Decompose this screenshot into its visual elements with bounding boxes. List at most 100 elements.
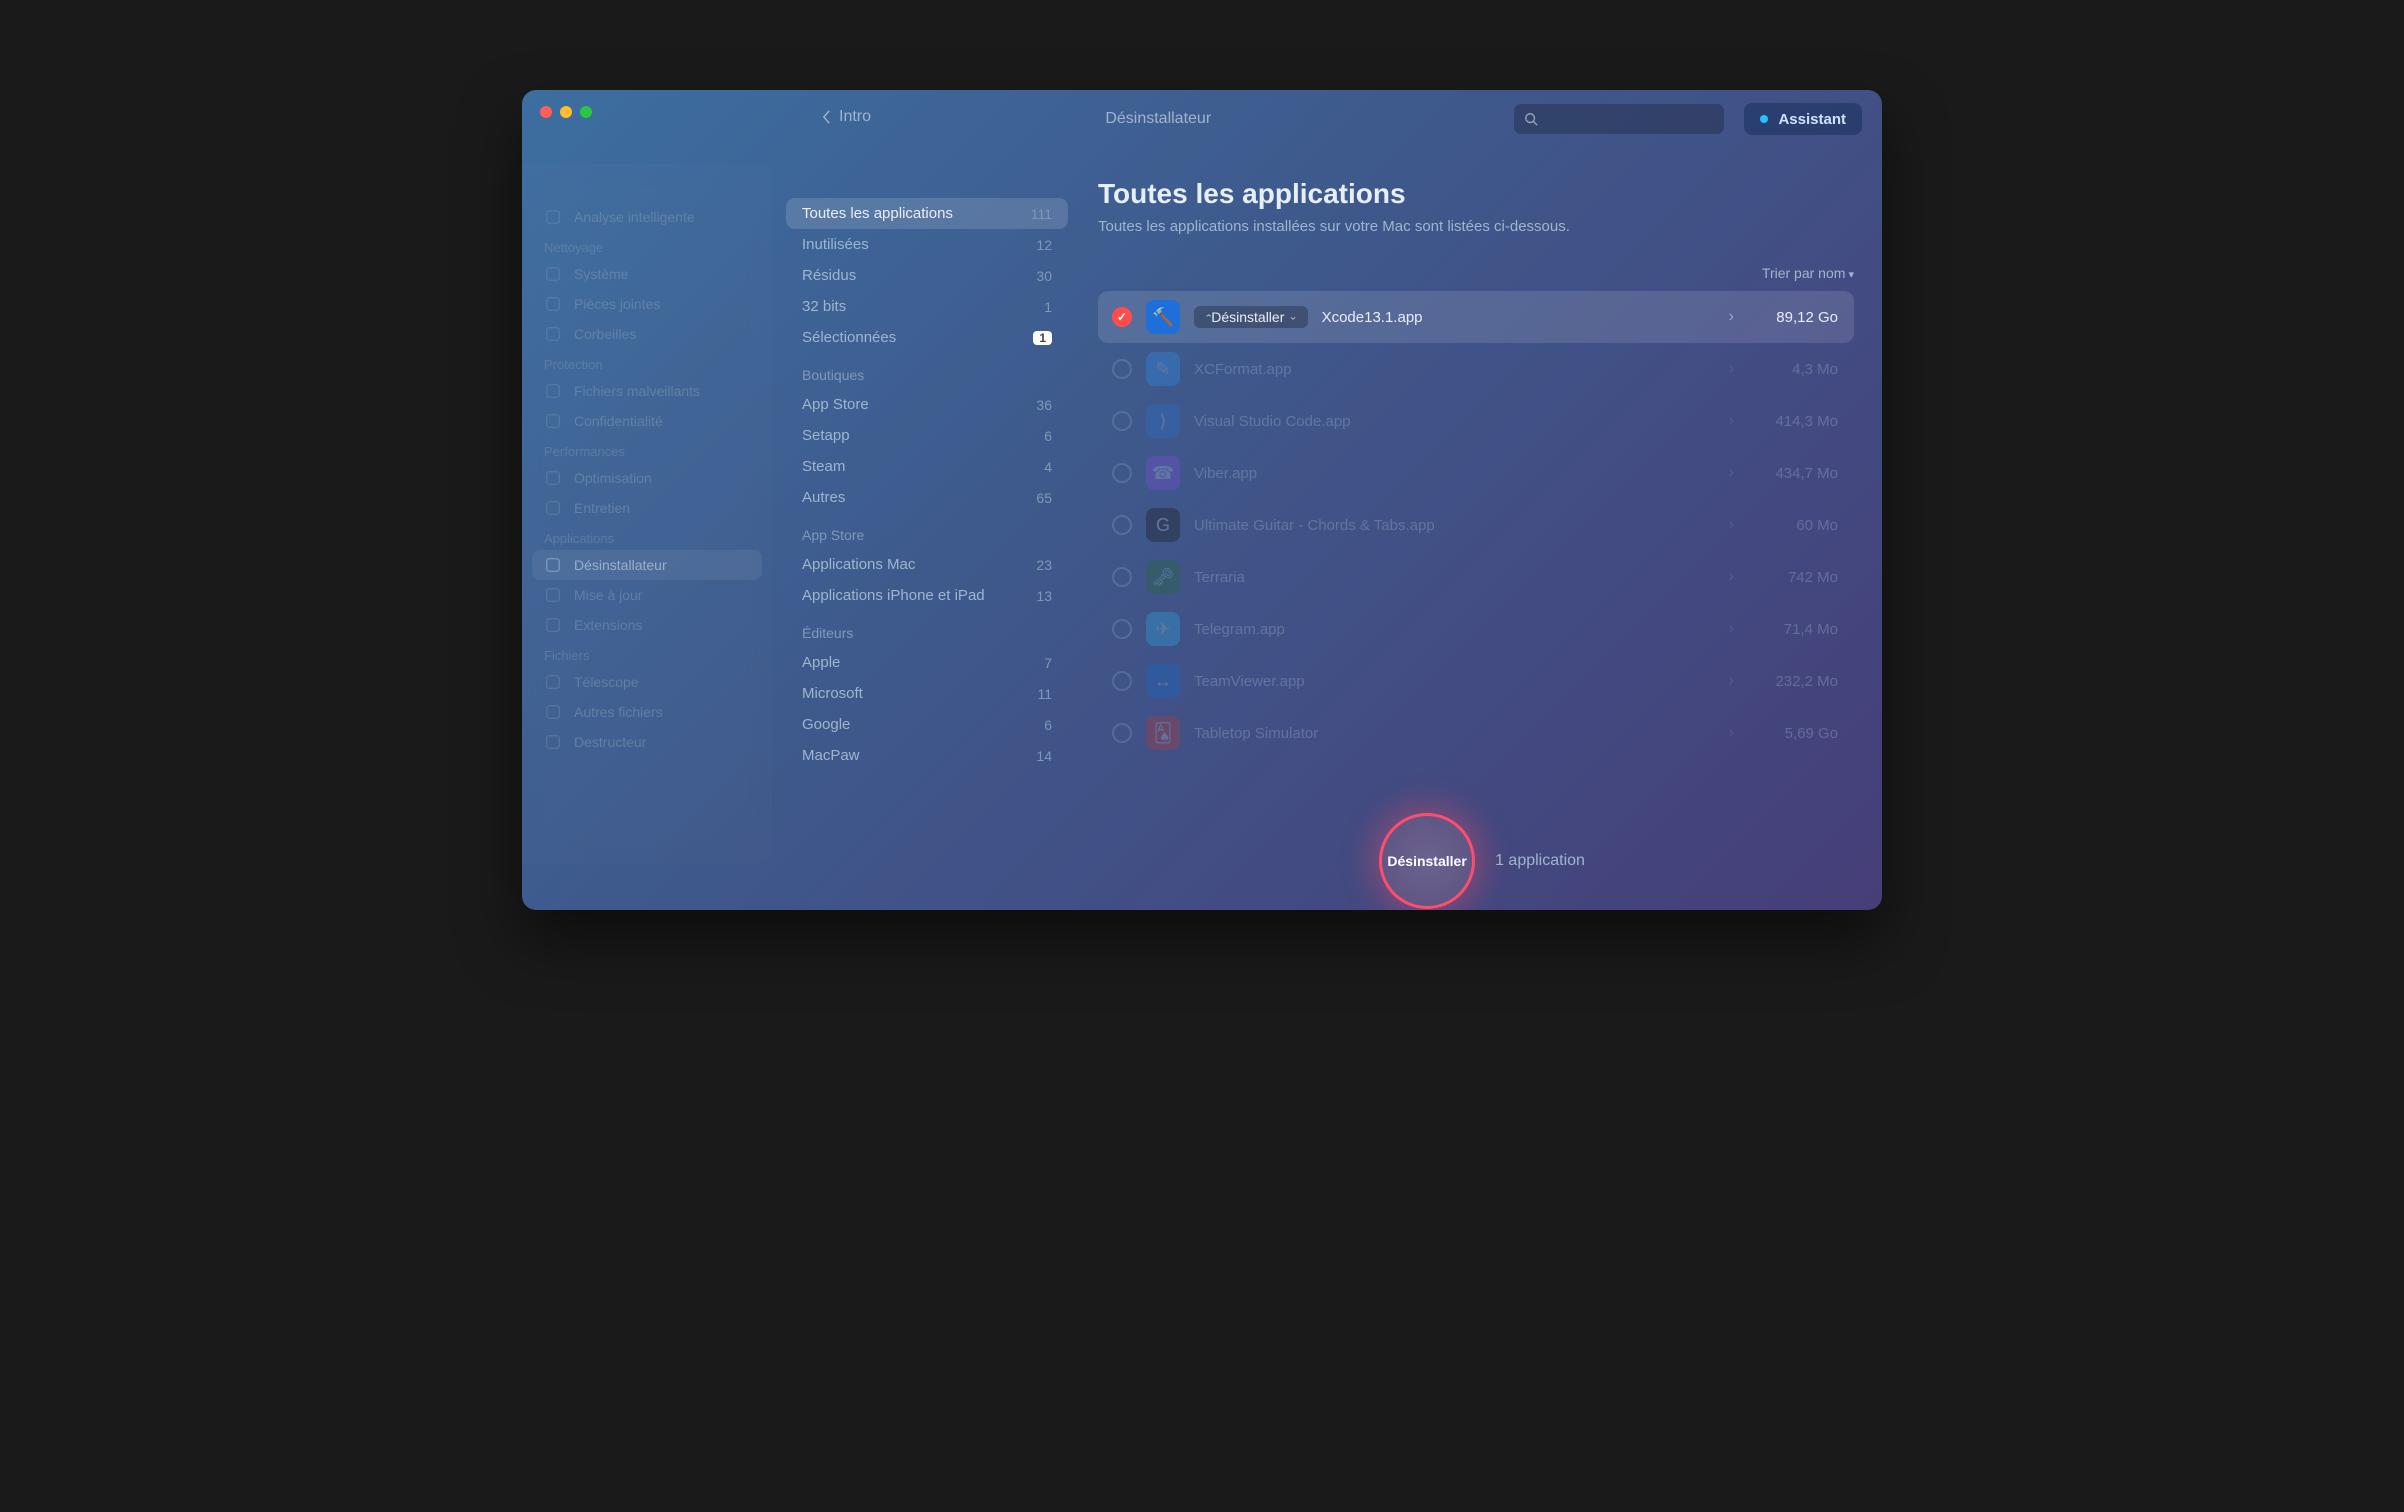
back-button[interactable]: Intro [822,108,871,126]
assistant-button[interactable]: Assistant [1744,103,1862,135]
assistant-label: Assistant [1778,111,1846,128]
category-item[interactable]: Inutilisées12 [786,229,1068,260]
sidebar-item[interactable]: Fichiers malveillants [532,376,762,406]
category-item[interactable]: App Store36 [786,389,1068,420]
category-item-label: 32 bits [802,298,846,315]
category-item[interactable]: Apple7 [786,647,1068,678]
sort-button[interactable]: Trier par nom [1762,265,1854,281]
zoom-window-button[interactable] [580,106,592,118]
category-item-count: 1 [1044,299,1052,315]
category-item-count: 11 [1037,686,1052,702]
minimize-window-button[interactable] [560,106,572,118]
sidebar-item-icon [544,325,562,343]
app-row[interactable]: ✈Telegram.app›71,4 Mo [1098,603,1854,655]
sidebar-section-header: Protection [532,349,762,376]
sidebar-item[interactable]: Autres fichiers [532,697,762,727]
app-row-checkbox[interactable] [1112,619,1132,639]
category-item[interactable]: Applications iPhone et iPad13 [786,580,1068,611]
sidebar-item-label: Pièces jointes [574,296,660,312]
sidebar-item[interactable]: Analyse intelligente [532,202,762,232]
category-item[interactable]: Google6 [786,709,1068,740]
app-name: Tabletop Simulator [1194,725,1715,742]
app-row[interactable]: ☎Viber.app›434,7 Mo [1098,447,1854,499]
chevron-right-icon: › [1729,568,1734,586]
sidebar-item[interactable]: Télescope [532,667,762,697]
sidebar-item[interactable]: Pièces jointes [532,289,762,319]
window-controls [540,106,592,118]
category-item-count: 65 [1036,490,1052,506]
app-icon: 🂡 [1146,716,1180,750]
app-icon: G [1146,508,1180,542]
category-item-label: Microsoft [802,685,863,702]
bottom-action-bar: Désinstaller 1 application [1082,806,1882,910]
app-icon: ☎ [1146,456,1180,490]
sidebar-item[interactable]: Désinstallateur [532,550,762,580]
app-row-checkbox[interactable] [1112,723,1132,743]
sidebar-item-label: Système [574,266,628,282]
sidebar-item[interactable]: Extensions [532,610,762,640]
app-name: Ultimate Guitar - Chords & Tabs.app [1194,517,1715,534]
category-item[interactable]: Autres 65 [786,482,1068,513]
category-item-label: Apple [802,654,840,671]
sidebar-item[interactable]: Destructeur [532,727,762,757]
category-item[interactable]: MacPaw 14 [786,740,1068,771]
category-item-count: 111 [1031,206,1052,222]
close-window-button[interactable] [540,106,552,118]
category-item[interactable]: Résidus30 [786,260,1068,291]
app-row[interactable]: 🔨DésinstallerXcode13.1.app›89,12 Go [1098,291,1854,343]
category-item[interactable]: Toutes les applications111 [786,198,1068,229]
sidebar-item-icon [544,703,562,721]
category-item-label: MacPaw [802,747,860,764]
category-item-count: 23 [1036,557,1052,573]
category-item[interactable]: Microsoft 11 [786,678,1068,709]
app-row-checkbox[interactable] [1112,515,1132,535]
app-row-checkbox[interactable] [1112,463,1132,483]
app-row-checkbox[interactable] [1112,359,1132,379]
sidebar-item[interactable]: Optimisation [532,463,762,493]
category-item-label: App Store [802,396,869,413]
sidebar-item-label: Extensions [574,617,642,633]
app-size: 414,3 Mo [1748,413,1838,430]
sidebar-item[interactable]: Entretien [532,493,762,523]
category-item-count: 4 [1044,459,1052,475]
category-item[interactable]: Applications Mac23 [786,549,1068,580]
app-action-dropdown[interactable]: Désinstaller [1194,306,1308,328]
app-row-checkbox[interactable] [1112,567,1132,587]
app-size: 60 Mo [1748,517,1838,534]
category-item[interactable]: Steam 4 [786,451,1068,482]
app-row-checkbox[interactable] [1112,307,1132,327]
app-row[interactable]: ✎XCFormat.app›4,3 Mo [1098,343,1854,395]
category-item[interactable]: Setapp6 [786,420,1068,451]
chevron-right-icon: › [1729,620,1734,638]
sidebar-item-icon [544,556,562,574]
search-input[interactable] [1514,104,1724,134]
chevron-right-icon: › [1729,360,1734,378]
app-row[interactable]: GUltimate Guitar - Chords & Tabs.app›60 … [1098,499,1854,551]
search-icon [1524,112,1538,126]
sidebar-item-icon [544,586,562,604]
app-row[interactable]: ↔TeamViewer.app›232,2 Mo [1098,655,1854,707]
sidebar-item[interactable]: Mise à jour [532,580,762,610]
app-row[interactable]: 🗝Terraria›742 Mo [1098,551,1854,603]
sidebar-item[interactable]: Confidentialité [532,406,762,436]
app-row[interactable]: 🂡Tabletop Simulator›5,69 Go [1098,707,1854,759]
sidebar-item[interactable]: Système [532,259,762,289]
app-row[interactable]: ⟩Visual Studio Code.app›414,3 Mo [1098,395,1854,447]
sidebar-item-label: Entretien [574,500,630,516]
app-row-checkbox[interactable] [1112,671,1132,691]
category-item-label: Steam [802,458,845,475]
category-item-count: 14 [1036,748,1052,764]
app-name: Telegram.app [1194,621,1715,638]
sidebar-item-label: Mise à jour [574,587,642,603]
category-item[interactable]: 32 bits 1 [786,291,1068,322]
sidebar-item[interactable]: Corbeilles [532,319,762,349]
category-item[interactable]: Sélectionnées1 [786,322,1068,353]
category-item-label: Autres [802,489,845,506]
sidebar-item-label: Analyse intelligente [574,209,695,225]
chevron-right-icon: › [1729,724,1734,742]
app-size: 89,12 Go [1748,309,1838,326]
page-title: Toutes les applications [1098,178,1854,210]
app-row-checkbox[interactable] [1112,411,1132,431]
uninstall-button[interactable]: Désinstaller [1379,813,1475,909]
sidebar-item-icon [544,499,562,517]
